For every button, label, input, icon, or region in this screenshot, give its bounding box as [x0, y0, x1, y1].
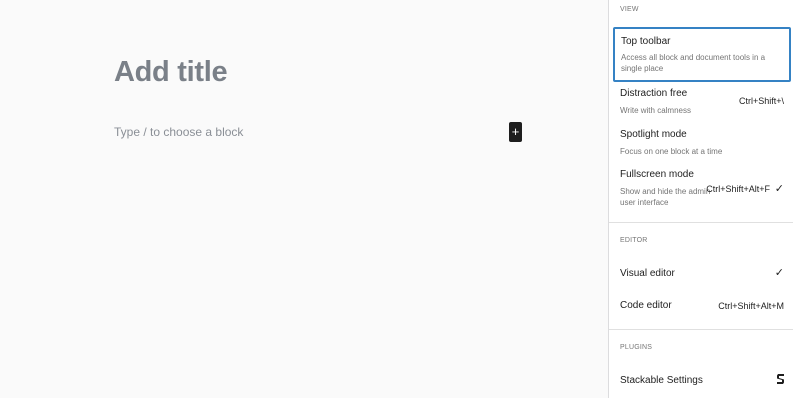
editor-canvas: Add title Type / to choose a block + [0, 0, 608, 398]
menu-item-label: Visual editor [620, 268, 675, 279]
group-label-editor: EDITOR [620, 237, 648, 244]
menu-item-description: Show and hide the admin user interface [620, 187, 711, 207]
menu-item-label: Code editor [620, 300, 672, 311]
options-menu: VIEW Top toolbar Access all block and do… [608, 0, 793, 398]
menu-item-visual-editor[interactable]: Visual editor ✓ [609, 262, 793, 286]
menu-divider [609, 329, 793, 330]
stackable-logo-icon [777, 374, 784, 384]
menu-item-fullscreen-mode[interactable]: Fullscreen mode Show and hide the admin … [609, 167, 793, 213]
menu-item-label: Top toolbar [621, 36, 671, 47]
menu-item-spotlight-mode[interactable]: Spotlight mode Focus on one block at a t… [609, 127, 793, 159]
menu-item-label: Fullscreen mode [620, 169, 694, 180]
menu-item-description: Write with calmness [620, 106, 691, 115]
check-icon: ✓ [774, 183, 784, 195]
add-block-button[interactable]: + [509, 122, 522, 142]
menu-item-distraction-free[interactable]: Distraction free Write with calmness Ctr… [609, 86, 793, 120]
menu-item-shortcut: Ctrl+Shift+Alt+F [706, 184, 770, 194]
block-placeholder[interactable]: Type / to choose a block [114, 125, 243, 139]
menu-item-shortcut: Ctrl+Shift+\ [738, 96, 784, 106]
check-icon: ✓ [774, 267, 784, 279]
menu-item-label: Spotlight mode [620, 129, 687, 140]
group-label-view: VIEW [620, 6, 639, 13]
menu-item-stackable-settings[interactable]: Stackable Settings [609, 371, 793, 393]
menu-item-label: Distraction free [620, 88, 688, 99]
menu-divider [609, 222, 793, 223]
post-title-input[interactable]: Add title [114, 56, 228, 89]
menu-item-description: Access all block and document tools in a… [621, 53, 766, 73]
menu-item-shortcut: Ctrl+Shift+Alt+M [718, 301, 784, 311]
menu-item-description: Focus on one block at a time [620, 147, 723, 156]
group-label-plugins: PLUGINS [620, 344, 653, 351]
menu-item-code-editor[interactable]: Code editor Ctrl+Shift+Alt+M [609, 294, 793, 318]
menu-item-top-toolbar[interactable]: Top toolbar Access all block and documen… [613, 27, 791, 82]
menu-item-label: Stackable Settings [620, 375, 703, 386]
